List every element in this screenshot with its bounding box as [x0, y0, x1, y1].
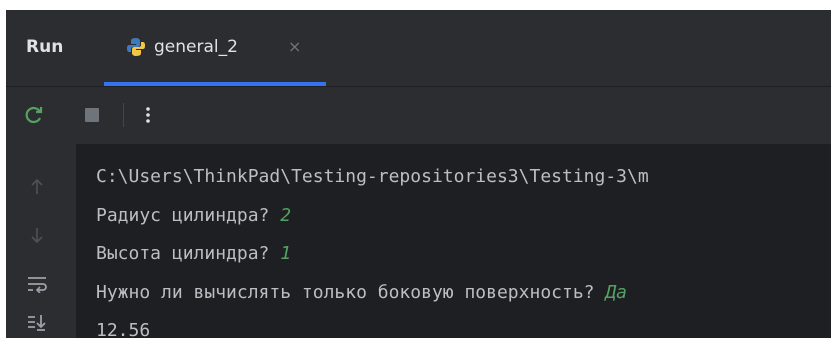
run-panel-label: Run — [26, 37, 64, 57]
run-tool-window: Run general_2 × C:\Users\ThinkPad\Testin… — [6, 10, 831, 338]
user-input-text: 1 — [280, 243, 292, 264]
user-input-text: 2 — [280, 205, 292, 226]
console-output[interactable]: C:\Users\ThinkPad\Testing-repositories3\… — [76, 144, 831, 338]
tab-general-2[interactable]: general_2 × — [104, 10, 326, 86]
stop-icon[interactable] — [78, 101, 106, 129]
soft-wrap-icon[interactable] — [24, 272, 50, 296]
scroll-down-icon[interactable] — [24, 224, 50, 248]
console-line: C:\Users\ThinkPad\Testing-repositories3\… — [96, 166, 649, 187]
console-line: Радиус цилиндра? 2 — [96, 205, 291, 226]
console-line: 12.56 — [96, 320, 150, 338]
active-tab-indicator — [104, 82, 326, 86]
toolbar-divider — [123, 103, 124, 127]
rerun-icon[interactable] — [20, 101, 48, 129]
output-text: Радиус цилиндра? — [96, 205, 281, 226]
scroll-to-end-icon[interactable] — [24, 310, 50, 334]
output-text: C:\Users\ThinkPad\Testing-repositories3\… — [96, 166, 649, 187]
scroll-up-icon[interactable] — [24, 174, 50, 198]
output-text: Нужно ли вычислять только боковую поверх… — [96, 282, 606, 303]
close-icon[interactable]: × — [288, 37, 301, 56]
run-tab-bar: Run general_2 × — [6, 10, 831, 87]
console-line: Нужно ли вычислять только боковую поверх… — [96, 282, 627, 303]
run-toolbar — [6, 87, 831, 143]
more-vertical-icon[interactable] — [134, 101, 162, 129]
console-side-toolbar — [6, 144, 70, 338]
output-text: Высота цилиндра? — [96, 243, 281, 264]
tab-label: general_2 — [154, 37, 238, 57]
user-input-text: Да — [605, 282, 628, 303]
python-icon — [126, 37, 146, 57]
console-line: Высота цилиндра? 1 — [96, 243, 291, 264]
output-text: 12.56 — [96, 320, 151, 338]
